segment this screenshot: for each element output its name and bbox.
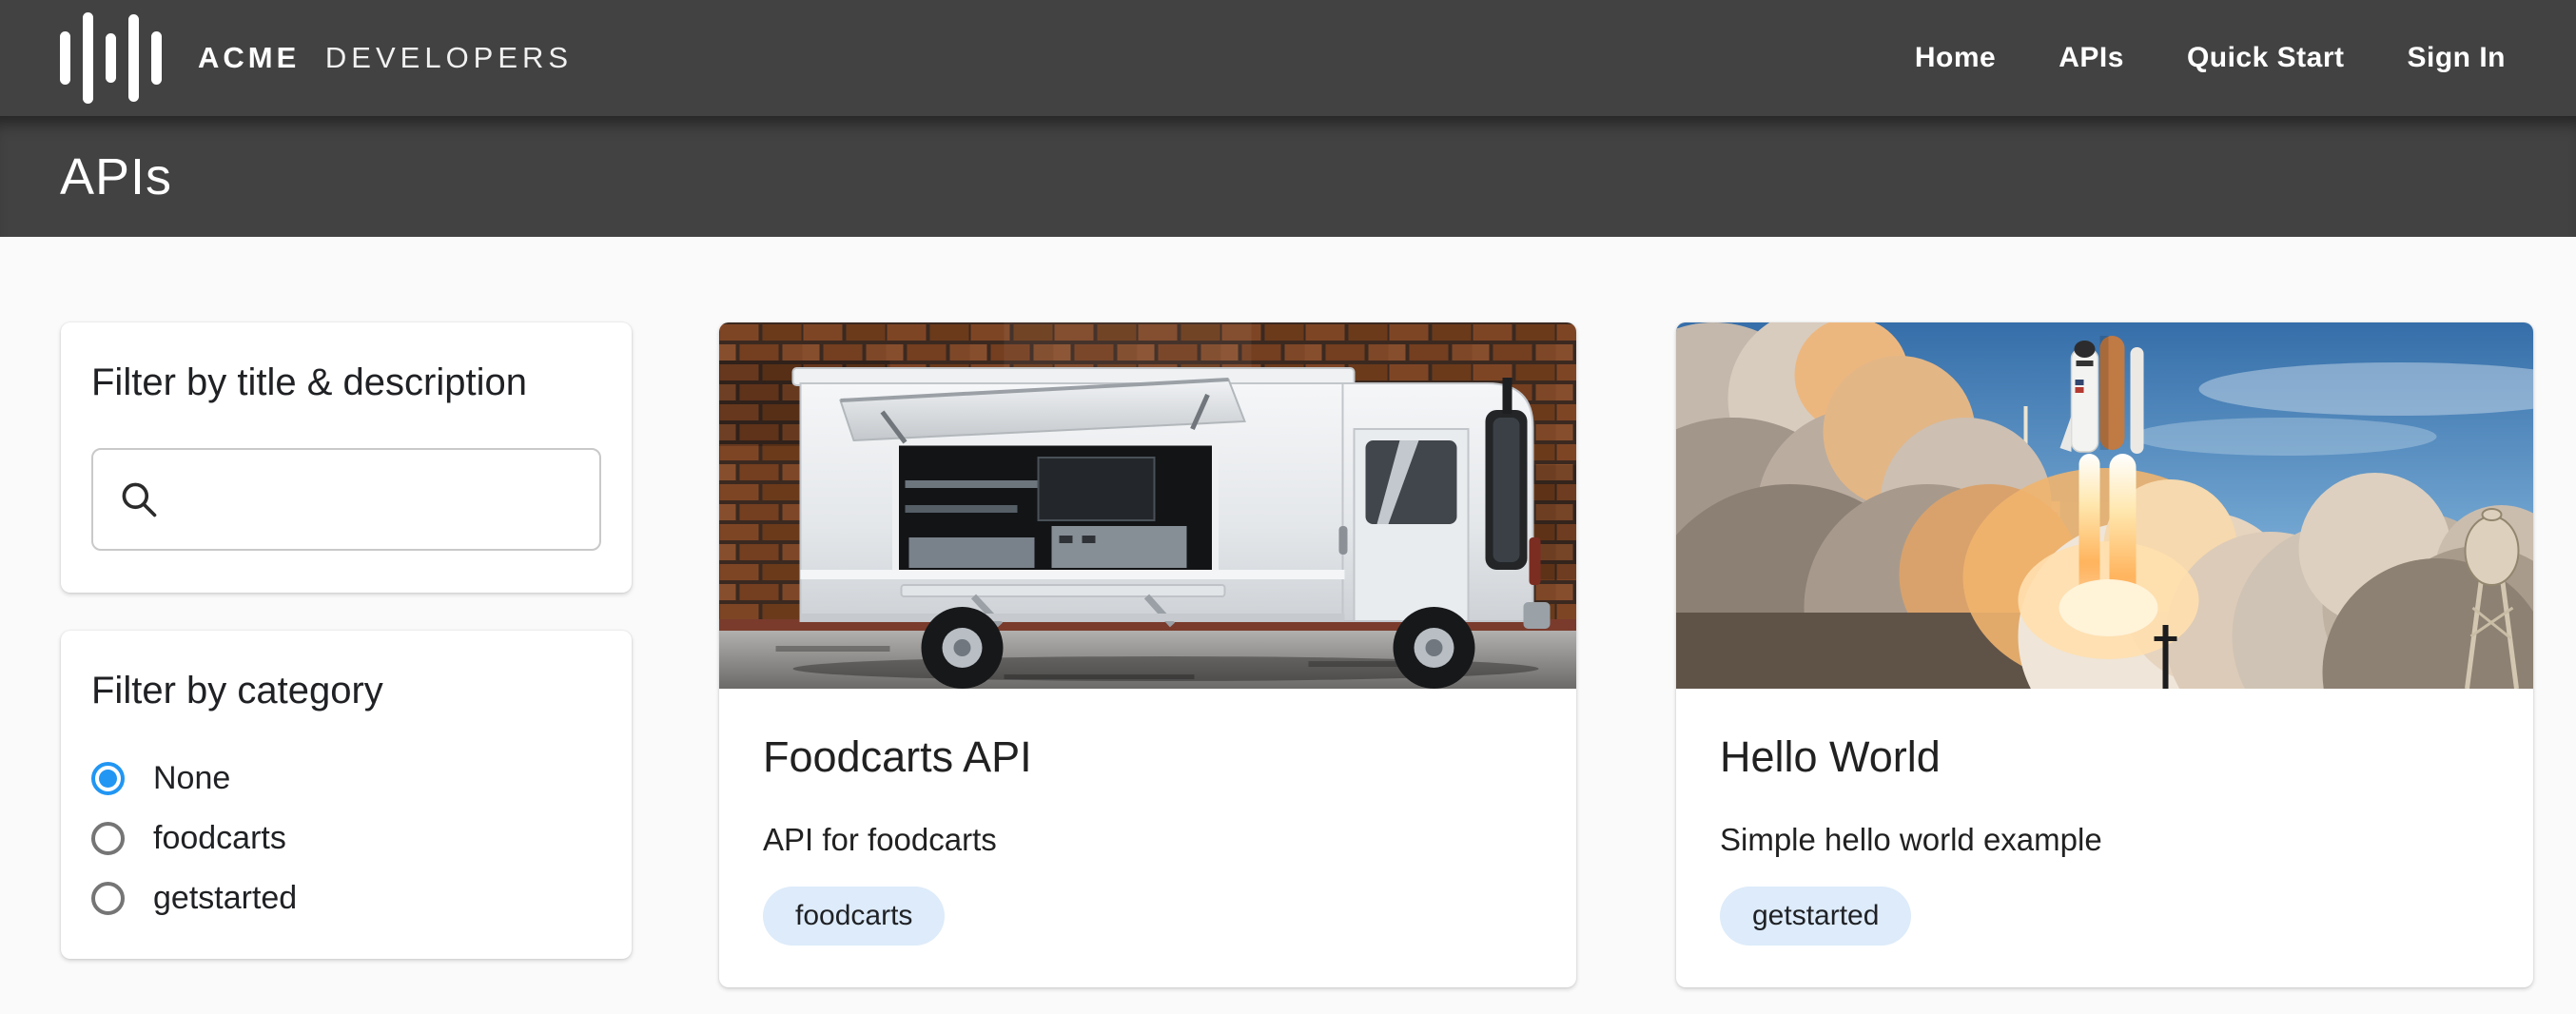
filter-title-card: Filter by title & description xyxy=(61,322,632,593)
page-header: APIs xyxy=(0,116,2576,237)
brand-name: ACME DEVELOPERS xyxy=(198,41,573,75)
radio-icon xyxy=(91,762,125,795)
radio-label: None xyxy=(153,760,230,797)
category-radio-list: None foodcarts getstarted xyxy=(91,760,601,917)
radio-option-none[interactable]: None xyxy=(91,760,601,797)
search-input[interactable] xyxy=(177,455,598,544)
equalizer-bars-icon xyxy=(60,10,162,106)
api-card-description: Simple hello world example xyxy=(1720,822,2489,858)
category-chip[interactable]: foodcarts xyxy=(763,887,945,946)
nav-links: Home APIs Quick Start Sign In xyxy=(1915,42,2506,74)
api-card-foodcarts[interactable]: Foodcarts API API for foodcarts foodcart… xyxy=(719,322,1576,987)
brand-name-bold: ACME xyxy=(198,41,300,74)
api-card-description: API for foodcarts xyxy=(763,822,1532,858)
nav-item-sign-in[interactable]: Sign In xyxy=(2408,42,2507,74)
api-card-title: Foodcarts API xyxy=(763,732,1532,782)
brand-link[interactable]: ACME DEVELOPERS xyxy=(60,10,573,106)
filter-category-card: Filter by category None foodcarts getsta… xyxy=(61,631,632,959)
radio-label: foodcarts xyxy=(153,820,286,857)
top-navbar: ACME DEVELOPERS Home APIs Quick Start Si… xyxy=(0,0,2576,116)
content-area: Filter by title & description Filter by … xyxy=(0,237,2576,987)
filters-column: Filter by title & description Filter by … xyxy=(61,322,632,959)
radio-icon xyxy=(91,822,125,855)
radio-option-getstarted[interactable]: getstarted xyxy=(91,880,601,917)
nav-item-apis[interactable]: APIs xyxy=(2059,42,2124,74)
page-title: APIs xyxy=(60,147,172,206)
category-chip[interactable]: getstarted xyxy=(1720,887,1911,946)
filter-category-heading: Filter by category xyxy=(91,667,601,714)
rocket-launch-photo xyxy=(1676,322,2533,689)
magnifier-icon xyxy=(118,478,160,520)
radio-icon xyxy=(91,882,125,915)
food-truck-photo xyxy=(719,322,1576,689)
api-card-title: Hello World xyxy=(1720,732,2489,782)
nav-item-quick-start[interactable]: Quick Start xyxy=(2187,42,2345,74)
nav-item-home[interactable]: Home xyxy=(1915,42,1996,74)
api-card-hello-world[interactable]: Hello World Simple hello world example g… xyxy=(1676,322,2533,987)
api-card-body: Hello World Simple hello world example g… xyxy=(1676,689,2533,987)
api-card-body: Foodcarts API API for foodcarts foodcart… xyxy=(719,689,1576,987)
search-box[interactable] xyxy=(91,448,601,551)
filter-title-heading: Filter by title & description xyxy=(91,359,601,406)
brand-name-light: DEVELOPERS xyxy=(325,41,573,74)
radio-option-foodcarts[interactable]: foodcarts xyxy=(91,820,601,857)
radio-label: getstarted xyxy=(153,880,297,917)
